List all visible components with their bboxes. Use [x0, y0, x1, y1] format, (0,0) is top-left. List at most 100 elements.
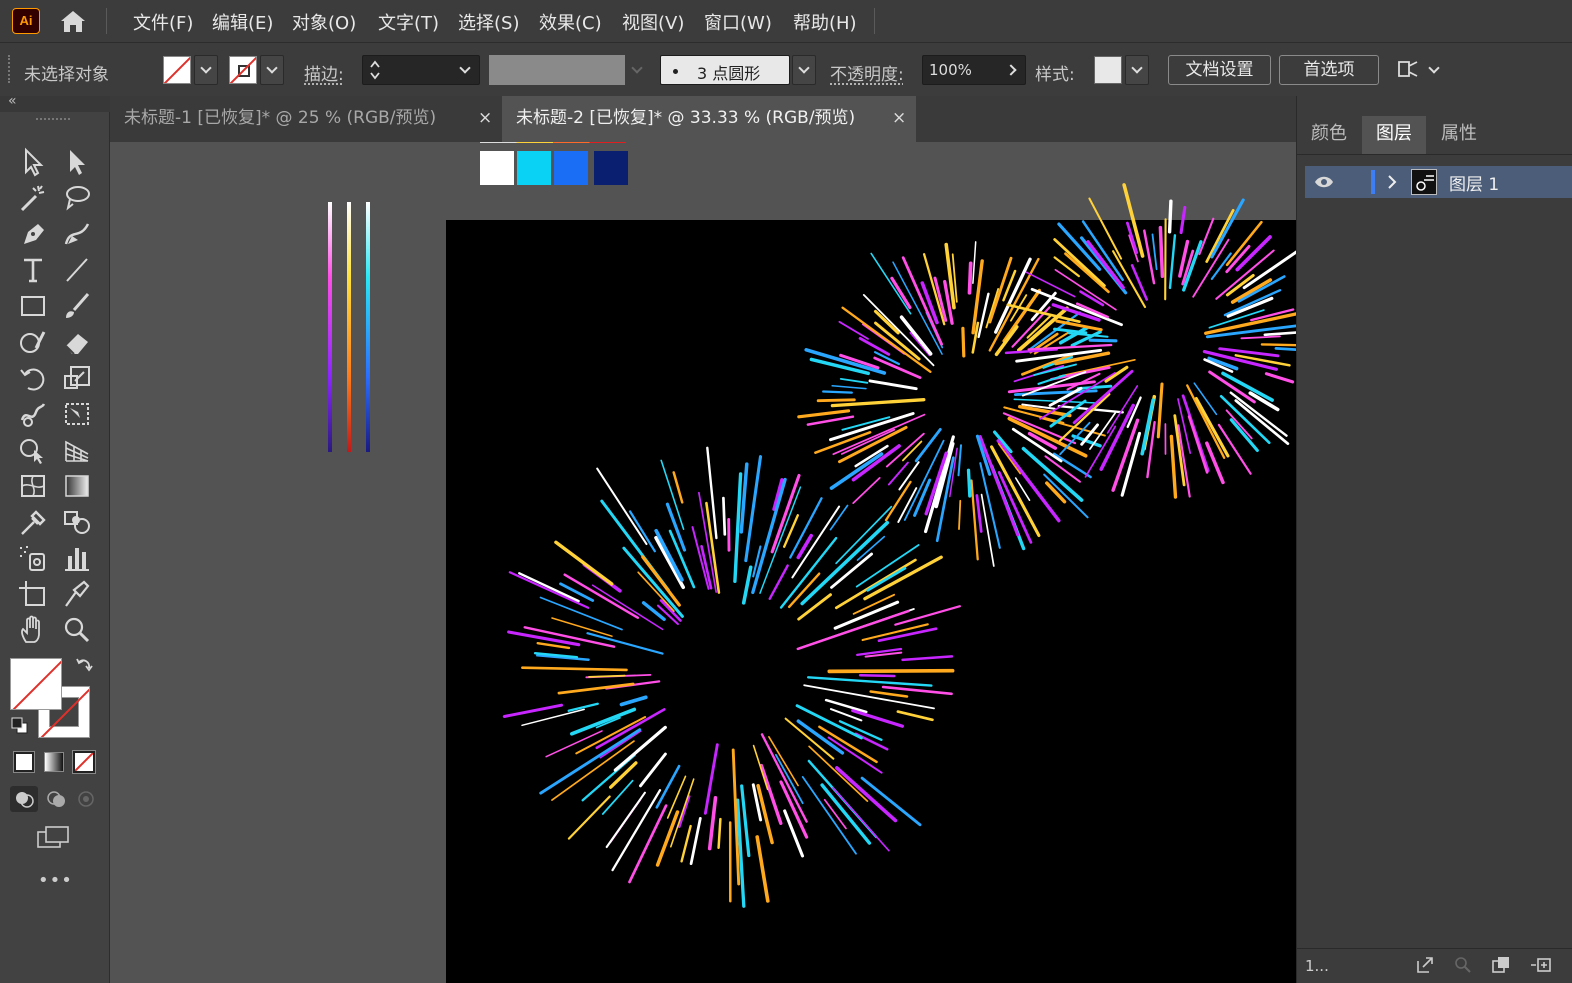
- default-fill-stroke-icon[interactable]: [10, 716, 30, 736]
- warp-tool-icon[interactable]: [16, 398, 50, 430]
- style-swatch[interactable]: [1094, 56, 1122, 84]
- pen-tool-icon[interactable]: [16, 218, 50, 250]
- rotate-tool-icon[interactable]: [16, 362, 50, 394]
- firework-ray: [873, 356, 922, 380]
- tab-properties[interactable]: 属性: [1427, 116, 1491, 154]
- tab-color[interactable]: 颜色: [1297, 116, 1361, 154]
- style-dropdown[interactable]: [1125, 55, 1149, 85]
- menu-view[interactable]: 视图(V): [622, 9, 684, 35]
- menu-select[interactable]: 选择(S): [458, 9, 519, 35]
- shaper-tool-icon[interactable]: [16, 326, 50, 358]
- shape-builder-tool-icon[interactable]: [16, 434, 50, 466]
- perspective-grid-tool-icon[interactable]: [60, 434, 94, 466]
- column-graph-tool-icon[interactable]: [60, 542, 94, 574]
- collapse-icon[interactable]: «: [8, 93, 17, 109]
- paintbrush-tool-icon[interactable]: [60, 290, 94, 322]
- stroke-dropdown[interactable]: [260, 55, 284, 85]
- artboard-tool-icon[interactable]: [16, 578, 50, 610]
- grip-handle[interactable]: [8, 55, 11, 83]
- locate-object-icon[interactable]: [1453, 955, 1473, 975]
- menu-help[interactable]: 帮助(H): [793, 9, 857, 35]
- menu-object[interactable]: 对象(O): [292, 9, 356, 35]
- stepper-icon[interactable]: [369, 59, 381, 81]
- opacity-value: 100%: [929, 61, 972, 79]
- stroke-swatch[interactable]: [229, 56, 257, 84]
- opacity-label[interactable]: 不透明度:: [830, 60, 904, 85]
- zoom-tool-icon[interactable]: [60, 614, 94, 646]
- export-icon[interactable]: [1415, 955, 1435, 975]
- blend-tool-icon[interactable]: [60, 506, 94, 538]
- firework-ray: [967, 261, 973, 295]
- eraser-tool-icon[interactable]: [60, 326, 94, 358]
- clipping-mask-icon[interactable]: [1491, 955, 1511, 975]
- stroke-label[interactable]: 描边:: [304, 60, 344, 85]
- rectangle-tool-icon[interactable]: [16, 290, 50, 322]
- gradient-tool-icon[interactable]: [60, 470, 94, 502]
- new-sublayer-icon[interactable]: [1529, 955, 1553, 975]
- menu-effect[interactable]: 效果(C): [539, 9, 602, 35]
- arrange-dropdown-icon[interactable]: [1428, 62, 1440, 74]
- stroke-weight-field[interactable]: [362, 55, 480, 85]
- symbol-sprayer-tool-icon[interactable]: [16, 542, 50, 574]
- color-mode-icon[interactable]: [13, 751, 35, 773]
- selection-tool-icon[interactable]: [16, 146, 50, 178]
- menu-window[interactable]: 窗口(W): [704, 9, 772, 35]
- firework-ray: [641, 601, 666, 621]
- fireworks-artwork[interactable]: [110, 142, 1296, 983]
- swap-fill-stroke-icon[interactable]: [74, 656, 94, 676]
- firework-ray: [1169, 434, 1178, 499]
- draw-inside-icon[interactable]: [72, 786, 100, 812]
- tab-document-1[interactable]: 未标题-1 [已恢复]* @ 25 % (RGB/预览) ×: [110, 96, 500, 142]
- firework-ray: [827, 668, 955, 674]
- fill-color-front[interactable]: [10, 658, 62, 710]
- line-segment-tool-icon[interactable]: [60, 254, 94, 286]
- tab-document-2[interactable]: 未标题-2 [已恢复]* @ 33.33 % (RGB/预览) ×: [502, 96, 916, 142]
- direct-selection-tool-icon[interactable]: [60, 146, 94, 178]
- variable-width-profile[interactable]: [489, 55, 625, 85]
- canvas-area[interactable]: [110, 142, 1296, 983]
- draw-normal-icon[interactable]: [10, 786, 38, 812]
- brush-dropdown[interactable]: [792, 55, 816, 85]
- preferences-button[interactable]: 首选项: [1279, 55, 1379, 85]
- app-logo[interactable]: Ai: [12, 8, 40, 34]
- firework-ray: [977, 292, 990, 339]
- brush-definition-field[interactable]: 3 点圆形: [660, 55, 790, 85]
- tab-layers[interactable]: 图层: [1362, 116, 1426, 154]
- type-tool-icon[interactable]: [16, 254, 50, 286]
- menu-type[interactable]: 文字(T): [378, 9, 439, 35]
- menu-file[interactable]: 文件(F): [133, 9, 193, 35]
- close-icon[interactable]: ×: [478, 96, 492, 140]
- arrange-documents-icon[interactable]: [1396, 57, 1420, 81]
- gradient-mode-icon[interactable]: [44, 752, 64, 772]
- eye-icon[interactable]: [1313, 172, 1335, 192]
- chevron-right-icon[interactable]: [1385, 172, 1399, 192]
- eyedropper-tool-icon[interactable]: [16, 506, 50, 538]
- magic-wand-tool-icon[interactable]: [16, 182, 50, 214]
- profile-dropdown-icon[interactable]: [631, 62, 643, 74]
- curvature-tool-icon[interactable]: [60, 218, 94, 250]
- firework-ray: [890, 276, 912, 310]
- screen-mode-icon[interactable]: [36, 824, 72, 850]
- hand-tool-icon[interactable]: [16, 614, 50, 646]
- draw-behind-icon[interactable]: [42, 786, 70, 812]
- close-icon[interactable]: ×: [892, 96, 906, 140]
- brush-dot-icon: [673, 69, 678, 74]
- menu-edit[interactable]: 编辑(E): [212, 9, 273, 35]
- layer-row[interactable]: 图层 1: [1305, 166, 1572, 198]
- firework-ray: [958, 499, 962, 531]
- document-setup-button[interactable]: 文档设置: [1168, 55, 1271, 85]
- layer-name[interactable]: 图层 1: [1449, 170, 1499, 195]
- firework-ray: [855, 544, 920, 588]
- none-mode-icon[interactable]: [72, 750, 96, 774]
- toolbar-grip[interactable]: [36, 118, 70, 121]
- fill-swatch[interactable]: [163, 56, 191, 84]
- fill-dropdown[interactable]: [194, 55, 218, 85]
- mesh-tool-icon[interactable]: [16, 470, 50, 502]
- free-transform-tool-icon[interactable]: [60, 398, 94, 430]
- slice-tool-icon[interactable]: [60, 578, 94, 610]
- opacity-field[interactable]: 100%: [922, 55, 1026, 85]
- more-tools-icon[interactable]: •••: [38, 870, 72, 891]
- lasso-tool-icon[interactable]: [60, 182, 94, 214]
- scale-tool-icon[interactable]: [60, 362, 94, 394]
- home-icon[interactable]: [58, 8, 88, 34]
